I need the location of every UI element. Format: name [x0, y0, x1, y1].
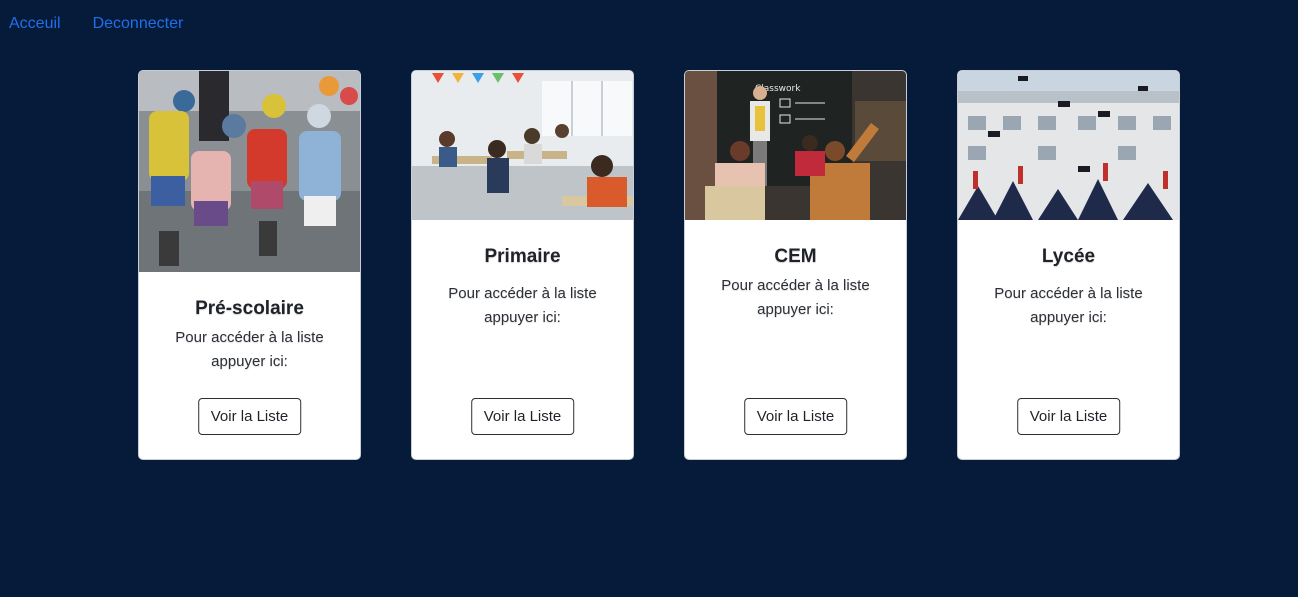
top-navigation: Acceuil Deconnecter — [0, 0, 206, 48]
card-title: Pré-scolaire — [195, 298, 304, 319]
card-title: Primaire — [484, 246, 561, 267]
nav-link-home[interactable]: Acceuil — [9, 15, 61, 33]
card-image-graduation-caps — [958, 71, 1179, 220]
view-list-button[interactable]: Voir la Liste — [743, 398, 848, 435]
card-image-classroom — [412, 71, 633, 220]
card-prescolaire: Pré-scolaire Pour accéder à la liste app… — [138, 70, 361, 460]
card-image-children-backpacks — [139, 71, 360, 272]
card-description: Pour accéder à la liste appuyer ici: — [994, 285, 1143, 326]
card-title: CEM — [774, 246, 817, 267]
view-list-button[interactable]: Voir la Liste — [470, 398, 575, 435]
card-lycee: Lycée Pour accéder à la liste appuyer ic… — [957, 70, 1180, 460]
card-description: Pour accéder à la liste appuyer ici: — [721, 277, 870, 318]
card-description: Pour accéder à la liste appuyer ici: — [175, 329, 324, 370]
card-image-teacher-chalkboard: Classwork — [685, 71, 906, 220]
card-primaire: Primaire Pour accéder à la liste appuyer… — [411, 70, 634, 460]
view-list-button[interactable]: Voir la Liste — [197, 398, 302, 435]
nav-link-logout[interactable]: Deconnecter — [93, 15, 184, 33]
card-title: Lycée — [1041, 246, 1096, 267]
card-cem: Classwork CEM Pour accéder à la liste ap… — [684, 70, 907, 460]
view-list-button[interactable]: Voir la Liste — [1016, 398, 1121, 435]
card-description: Pour accéder à la liste appuyer ici: — [448, 285, 597, 326]
